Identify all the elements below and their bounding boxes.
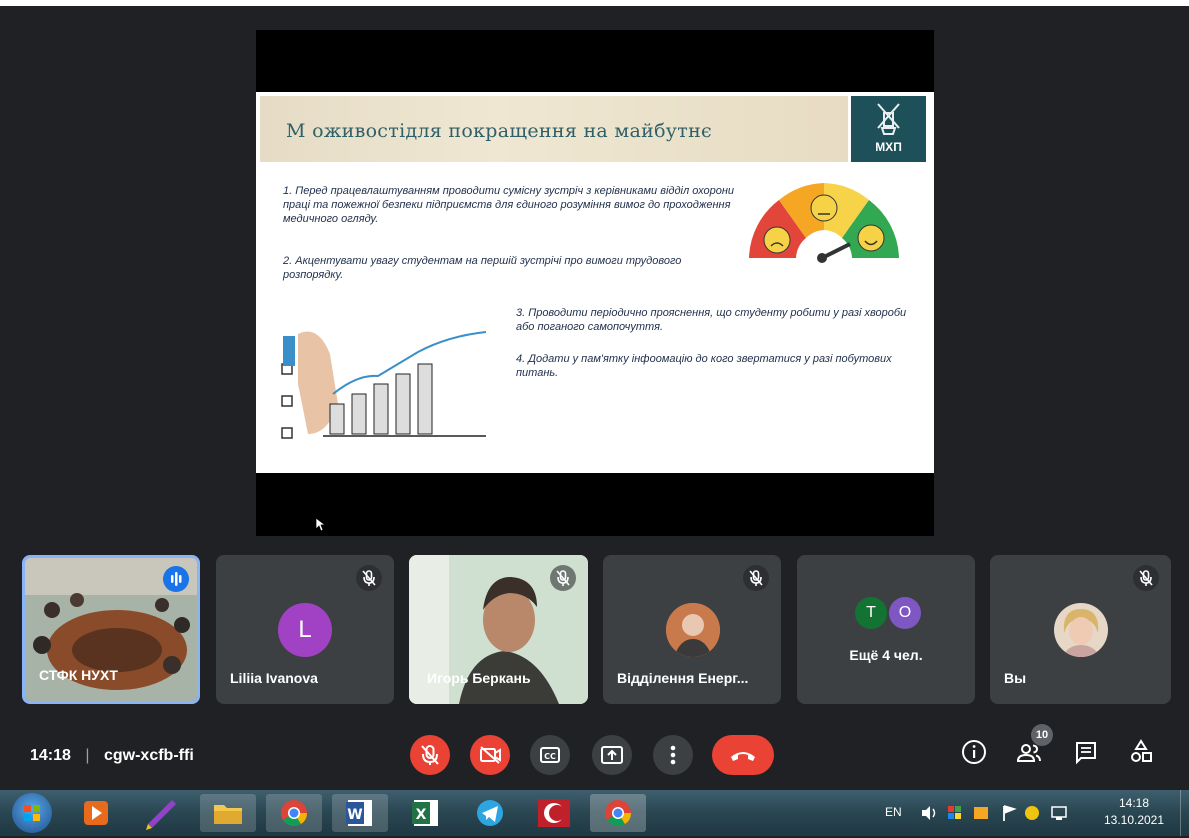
satisfaction-gauge-illustration bbox=[749, 183, 899, 263]
microphone-toggle-button[interactable] bbox=[410, 735, 450, 775]
taskbar-app[interactable] bbox=[526, 794, 582, 832]
activities-icon bbox=[1131, 739, 1152, 762]
excel-icon: X bbox=[412, 800, 438, 826]
meeting-control-bar: 14:18 | cgw-xcfb-ffi CC 10 bbox=[0, 722, 1189, 790]
participant-tile-stfk[interactable]: СТФК НУХТ bbox=[22, 555, 200, 704]
svg-text:X: X bbox=[416, 807, 427, 823]
participant-name: Игорь Беркань bbox=[427, 670, 531, 686]
taskbar-app[interactable]: W bbox=[332, 794, 388, 832]
slide-item-2: 2. Акцентувати увагу студентам на першій… bbox=[283, 255, 682, 281]
captions-button[interactable]: CC bbox=[530, 735, 570, 775]
leave-call-button[interactable] bbox=[712, 735, 774, 775]
system-tray-icons[interactable] bbox=[918, 801, 1078, 825]
mic-off-icon bbox=[421, 745, 439, 765]
clock-time: 14:18 bbox=[1118, 796, 1150, 810]
camera-toggle-button[interactable] bbox=[470, 735, 510, 775]
info-icon bbox=[962, 740, 986, 764]
chat-button[interactable] bbox=[1070, 736, 1102, 768]
taskbar-app[interactable] bbox=[462, 794, 518, 832]
chrome-icon bbox=[281, 800, 308, 827]
windmill-icon bbox=[877, 103, 900, 135]
chat-icon bbox=[1076, 742, 1096, 765]
avatar: T bbox=[855, 597, 887, 629]
taskbar-app[interactable]: X bbox=[398, 794, 454, 832]
clock-date: 13.10.2021 bbox=[1103, 813, 1165, 827]
mic-off-icon bbox=[743, 565, 769, 591]
browser-app-icon bbox=[538, 799, 570, 827]
meeting-code: cgw-xcfb-ffi bbox=[103, 747, 194, 764]
participant-tile-liliia[interactable]: L Liliia Ivanova bbox=[216, 555, 394, 704]
slide-item-3: 3. Проводити періодично прояснення, що с… bbox=[516, 307, 907, 333]
media-player-icon bbox=[84, 801, 108, 825]
slide-item-4: 4. Додати у пам'ятку інфоомацію до кого … bbox=[516, 353, 892, 379]
participant-tile-self[interactable]: Вы bbox=[990, 555, 1171, 704]
avatar bbox=[666, 603, 720, 657]
mic-off-icon bbox=[550, 565, 576, 591]
avatar: L bbox=[278, 603, 332, 657]
avatar-initial: O bbox=[898, 604, 912, 621]
meeting-details-button[interactable] bbox=[958, 736, 990, 768]
slide-title-banner: М оживостідля покращення на майбутнє bbox=[260, 96, 848, 162]
participant-tile-viddilennya[interactable]: Відділення Енерг... bbox=[603, 555, 781, 704]
taskbar-app[interactable] bbox=[134, 794, 190, 832]
presentation-view: М оживостідля покращення на майбутнє МХП… bbox=[256, 30, 934, 536]
slide-item-1: 1. Перед працевлаштуванням проводити сум… bbox=[283, 185, 735, 225]
participant-name: СТФК НУХТ bbox=[39, 667, 118, 683]
more-participants-label: Ещё 4 чел. bbox=[849, 647, 923, 663]
slide-title: М оживостідля покращення на майбутнє bbox=[286, 120, 712, 142]
onenote-icon bbox=[146, 800, 176, 830]
participant-tile-igor[interactable]: Игорь Беркань bbox=[409, 555, 588, 704]
activities-button[interactable] bbox=[1125, 736, 1157, 768]
meeting-separator: | bbox=[85, 747, 90, 764]
system-clock[interactable]: 14:18 13.10.2021 bbox=[1092, 795, 1176, 829]
show-desktop-button[interactable] bbox=[1180, 790, 1189, 836]
avatar: O bbox=[889, 597, 921, 629]
meeting-info: 14:18 | cgw-xcfb-ffi bbox=[30, 736, 194, 776]
speaking-indicator-icon bbox=[163, 566, 189, 592]
present-screen-icon bbox=[601, 746, 623, 764]
taskbar-app[interactable] bbox=[68, 794, 124, 832]
meeting-stage: М оживостідля покращення на майбутнє МХП… bbox=[0, 6, 1189, 728]
more-options-button[interactable] bbox=[653, 735, 693, 775]
more-options-icon bbox=[670, 745, 676, 765]
language-indicator[interactable]: EN bbox=[885, 805, 902, 819]
taskbar-app-active[interactable] bbox=[590, 794, 646, 832]
avatar-initial: L bbox=[298, 616, 312, 643]
taskbar-app[interactable] bbox=[266, 794, 322, 832]
avatar bbox=[1054, 603, 1108, 657]
windows-logo-icon bbox=[24, 805, 40, 821]
taskbar-app[interactable] bbox=[200, 794, 256, 832]
growth-chart-illustration bbox=[281, 331, 487, 439]
chrome-icon bbox=[605, 800, 632, 827]
people-button[interactable]: 10 bbox=[1013, 724, 1053, 768]
participant-name: Liliia Ivanova bbox=[230, 670, 318, 686]
captions-icon: CC bbox=[540, 747, 560, 763]
participant-name: Вы bbox=[1004, 670, 1027, 686]
present-screen-button[interactable] bbox=[592, 735, 632, 775]
avatar-initial: T bbox=[866, 604, 876, 621]
camera-off-icon bbox=[480, 746, 501, 764]
start-button[interactable] bbox=[12, 793, 52, 833]
company-logo: МХП bbox=[851, 96, 926, 162]
mouse-cursor-icon bbox=[316, 518, 326, 532]
mic-off-icon bbox=[356, 565, 382, 591]
os-taskbar: W X EN 14:18 13.10.2021 bbox=[0, 790, 1189, 836]
presentation-slide: М оживостідля покращення на майбутнє МХП… bbox=[256, 92, 934, 473]
word-icon: W bbox=[346, 800, 372, 826]
participant-tile-more[interactable]: T O Ещё 4 чел. bbox=[797, 555, 975, 704]
meeting-time: 14:18 bbox=[30, 747, 71, 764]
svg-text:CC: CC bbox=[544, 752, 556, 761]
participant-name: Відділення Енерг... bbox=[617, 670, 749, 686]
file-explorer-icon bbox=[214, 805, 242, 824]
logo-text: МХП bbox=[875, 140, 902, 154]
participant-count-badge: 10 bbox=[1031, 724, 1053, 746]
svg-text:W: W bbox=[347, 807, 362, 823]
hang-up-icon bbox=[731, 752, 755, 761]
mic-off-icon bbox=[1133, 565, 1159, 591]
telegram-icon bbox=[477, 800, 503, 826]
